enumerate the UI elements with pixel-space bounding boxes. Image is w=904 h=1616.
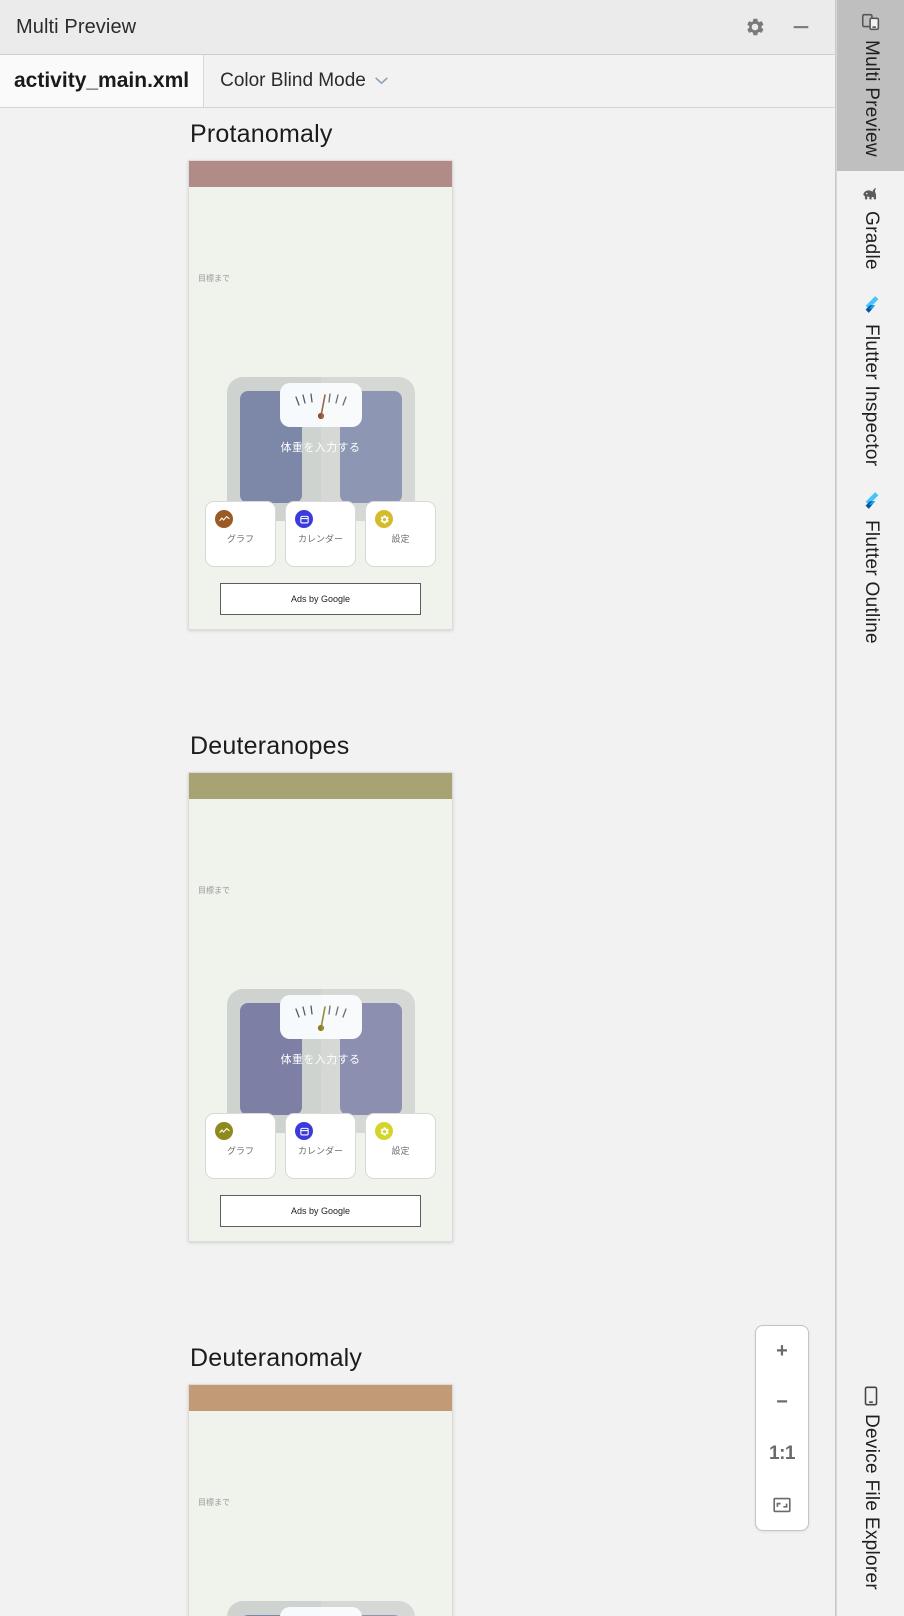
scale-illustration[interactable]: 体重を入力する <box>226 1601 415 1616</box>
action-button-row: グラフ カレンダー 設定 <box>205 501 436 567</box>
ads-banner-label: Ads by Google <box>290 1206 351 1216</box>
zoom-control-panel: + − 1:1 <box>755 1325 809 1531</box>
multi-preview-window: Multi Preview activity_main.xml Color Bl… <box>0 0 904 1616</box>
ads-banner[interactable]: Ads by Google <box>220 583 421 615</box>
preview-block: Protanomaly 目標まで 体重を入力する グラフ カレンダー 設定 Ad… <box>0 120 835 630</box>
scale-illustration[interactable]: 体重を入力する <box>226 377 415 521</box>
gear-icon[interactable] <box>743 15 767 39</box>
goal-text: 目標まで <box>198 886 230 895</box>
chart-line-icon <box>215 1122 233 1140</box>
device-preview[interactable]: 目標まで <box>188 772 453 1242</box>
tab-bar: activity_main.xml Color Blind Mode <box>0 55 835 108</box>
goal-text: 目標まで <box>198 274 230 283</box>
right-tool-strip: Multi Preview Gradle Flutter Inspector F… <box>836 0 904 1616</box>
scale-dial <box>279 383 362 427</box>
sidebar-item-label: Device File Explorer <box>861 1414 882 1590</box>
sidebar-item-label: Flutter Outline <box>861 520 882 644</box>
scale-dial <box>279 1607 362 1616</box>
ads-banner[interactable]: Ads by Google <box>220 1195 421 1227</box>
action-graph-button[interactable]: グラフ <box>205 1113 276 1179</box>
action-calendar-button[interactable]: カレンダー <box>285 1113 356 1179</box>
preview-scroll-area[interactable]: Protanomaly 目標まで 体重を入力する グラフ カレンダー 設定 Ad… <box>0 108 835 1616</box>
zoom-in-label: + <box>776 1340 788 1362</box>
phone-icon <box>859 1384 883 1408</box>
calendar-icon <box>295 510 313 528</box>
preview-title: Deuteranomaly <box>190 1344 363 1372</box>
preview-block: Deuteranomaly 目標まで <box>0 1344 835 1616</box>
flutter-icon <box>859 294 883 318</box>
file-tab-label: activity_main.xml <box>14 69 190 92</box>
app-bar <box>189 161 452 187</box>
action-label: 設定 <box>391 1146 410 1156</box>
tab-activity-main-xml[interactable]: activity_main.xml <box>0 55 205 107</box>
page-title: Multi Preview <box>16 15 137 38</box>
scale-cta-label: 体重を入力する <box>280 442 361 454</box>
flutter-icon <box>859 490 883 514</box>
sidebar-item-flutter-outline[interactable]: Flutter Outline <box>837 480 904 658</box>
strip-spacer <box>837 658 904 1374</box>
preview-title: Protanomaly <box>190 120 333 148</box>
actual-size-label: 1:1 <box>769 1442 795 1464</box>
sidebar-item-device-file-explorer[interactable]: Device File Explorer <box>837 1374 904 1616</box>
tool-window-header: Multi Preview <box>0 0 835 55</box>
action-label: カレンダー <box>297 1146 343 1156</box>
preview-title: Deuteranopes <box>190 732 350 760</box>
minimize-icon[interactable] <box>789 15 813 39</box>
calendar-icon <box>295 1122 313 1140</box>
scale-dial <box>279 995 362 1039</box>
action-label: 設定 <box>391 534 410 544</box>
multi-device-icon <box>859 10 883 34</box>
gear-icon <box>375 510 393 528</box>
scale-cta-label: 体重を入力する <box>280 1054 361 1066</box>
zoom-in-button[interactable]: + <box>756 1326 808 1377</box>
goal-text: 目標まで <box>198 1498 230 1507</box>
app-bar <box>189 773 452 799</box>
ads-banner-label: Ads by Google <box>290 594 351 604</box>
scale-illustration[interactable]: 体重を入力する <box>226 989 415 1133</box>
gear-icon <box>375 1122 393 1140</box>
zoom-out-label: − <box>776 1391 788 1413</box>
fit-to-screen-icon <box>773 1497 791 1512</box>
device-preview[interactable]: 目標まで <box>188 160 453 630</box>
sidebar-item-label: Multi Preview <box>861 40 882 157</box>
action-graph-button[interactable]: グラフ <box>205 501 276 567</box>
action-label: カレンダー <box>297 534 343 544</box>
app-body: 目標まで <box>189 187 452 629</box>
preview-block: Deuteranopes 目標まで 体重を入力する グラフ カレンダー 設定 A… <box>0 732 835 1242</box>
device-preview[interactable]: 目標まで <box>188 1384 453 1616</box>
action-button-row: グラフ カレンダー 設定 <box>205 1113 436 1179</box>
sidebar-item-multi-preview[interactable]: Multi Preview <box>837 0 904 171</box>
mode-label: Color Blind Mode <box>220 70 366 91</box>
color-blind-mode-dropdown[interactable]: Color Blind Mode <box>204 55 404 107</box>
sidebar-item-flutter-inspector[interactable]: Flutter Inspector <box>837 284 904 480</box>
chevron-down-icon <box>375 77 388 85</box>
zoom-out-button[interactable]: − <box>756 1377 808 1428</box>
app-body: 目標まで <box>189 1411 452 1616</box>
sidebar-item-label: Gradle <box>861 210 882 270</box>
action-settings-button[interactable]: 設定 <box>365 1113 436 1179</box>
fit-to-screen-button[interactable] <box>756 1479 808 1530</box>
action-label: グラフ <box>226 534 254 544</box>
app-bar <box>189 1385 452 1411</box>
elephant-icon <box>859 181 883 205</box>
action-settings-button[interactable]: 設定 <box>365 501 436 567</box>
app-body: 目標まで <box>189 799 452 1241</box>
main-column: Multi Preview activity_main.xml Color Bl… <box>0 0 836 1616</box>
sidebar-item-label: Flutter Inspector <box>861 323 882 467</box>
sidebar-item-gradle[interactable]: Gradle <box>837 171 904 284</box>
action-calendar-button[interactable]: カレンダー <box>285 501 356 567</box>
action-label: グラフ <box>226 1146 254 1156</box>
actual-size-button[interactable]: 1:1 <box>756 1428 808 1479</box>
header-icon-group <box>743 15 813 39</box>
chart-line-icon <box>215 510 233 528</box>
